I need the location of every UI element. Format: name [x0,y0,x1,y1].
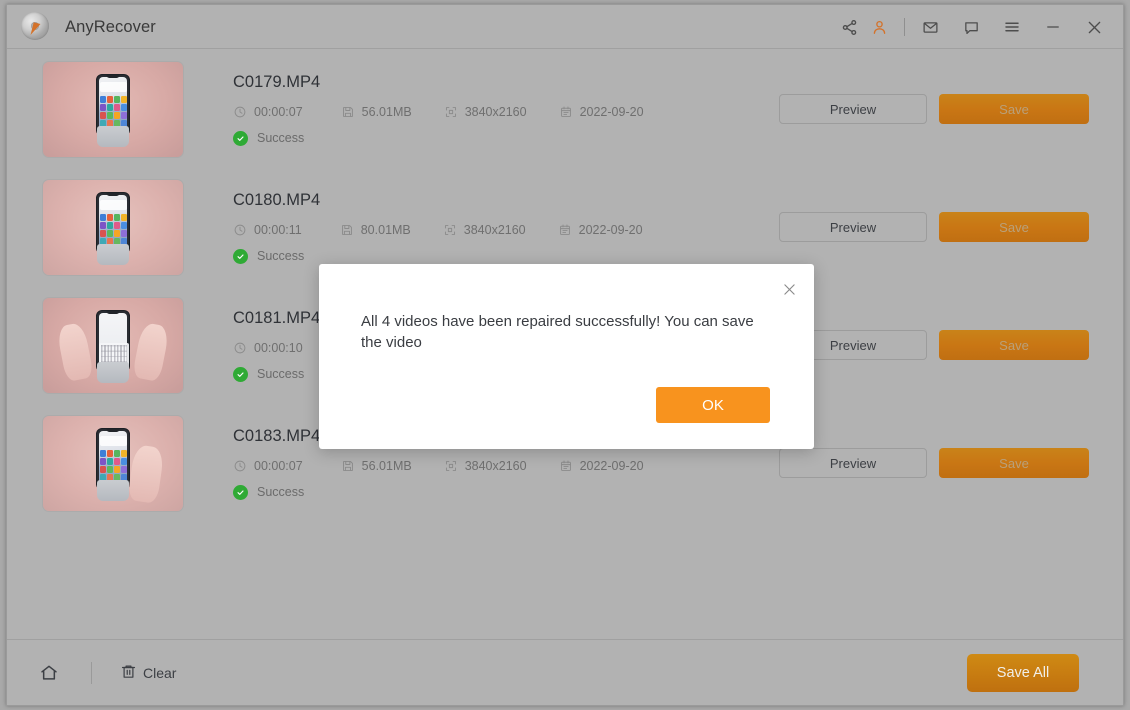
status-label: Success [257,367,304,381]
size-meta: 80.01MB [340,223,411,237]
duration-meta: 00:00:11 [233,223,302,237]
file-row[interactable]: C0179.MP4 00:00:07 56.01MB 3840x2160 2022-09… [7,50,1123,168]
file-name: C0179.MP4 [233,73,779,92]
file-meta-row: 00:00:07 56.01MB 3840x2160 2022-09-20 [233,105,779,119]
date-meta: 2022-09-20 [558,223,643,237]
controls-divider [904,18,905,36]
size-value: 80.01MB [361,223,411,237]
app-title: AnyRecover [65,18,156,37]
duration-value: 00:00:07 [254,459,303,473]
duration-meta: 00:00:07 [233,459,303,473]
close-icon[interactable] [1079,12,1109,42]
row-actions: PreviewSave [779,330,1089,360]
footer-divider [91,662,92,684]
size-meta: 56.01MB [341,459,412,473]
duration-meta: 00:00:07 [233,105,303,119]
date-value: 2022-09-20 [580,105,644,119]
status-row: Success [233,249,779,264]
size-value: 56.01MB [362,105,412,119]
file-info: C0180.MP4 00:00:11 80.01MB 3840x2160 2022-09… [233,191,779,264]
resolution-meta: 3840x2160 [444,459,527,473]
ok-button[interactable]: OK [656,387,770,423]
trash-icon [120,663,137,683]
calendar-icon [558,223,572,237]
resolution-value: 3840x2160 [465,459,527,473]
date-meta: 2022-09-20 [559,105,644,119]
title-bar: AnyRecover [7,5,1123,49]
menu-icon[interactable] [997,12,1027,42]
resolution-value: 3840x2160 [465,105,527,119]
date-value: 2022-09-20 [579,223,643,237]
save-button[interactable]: Save [939,94,1089,124]
save-button[interactable]: Save [939,448,1089,478]
minimize-icon[interactable] [1038,12,1068,42]
clock-icon [233,459,247,473]
save-button[interactable]: Save [939,330,1089,360]
size-value: 56.01MB [362,459,412,473]
row-actions: Preview Save [779,212,1089,242]
status-label: Success [257,131,304,145]
frame-icon [444,459,458,473]
duration-value: 00:00:11 [254,223,302,237]
row-actions: Preview Save [779,448,1089,478]
file-name: C0180.MP4 [233,191,779,210]
clock-icon [233,341,247,355]
file-meta-row: 00:00:07 56.01MB 3840x2160 2022-09-20 [233,459,779,473]
clear-button[interactable]: Clear [120,663,176,683]
floppy-disk-icon [341,459,355,473]
clock-icon [233,223,247,237]
preview-button[interactable]: Preview [779,448,927,478]
account-icon[interactable] [864,12,894,42]
duration-meta: 00:00:10 [233,341,303,355]
disc-cursor-logo-icon [21,12,51,42]
preview-button[interactable]: Preview [779,94,927,124]
date-meta: 2022-09-20 [559,459,644,473]
duration-value: 00:00:10 [254,341,303,355]
footer-left-group: Clear [35,659,176,687]
video-thumbnail[interactable] [43,416,183,511]
floppy-disk-icon [341,105,355,119]
feedback-icon[interactable] [956,12,986,42]
date-value: 2022-09-20 [580,459,644,473]
save-all-button[interactable]: Save All [967,654,1079,692]
share-icon[interactable] [834,12,864,42]
home-icon[interactable] [35,659,63,687]
footer-bar: Clear Save All [7,639,1123,705]
frame-icon [443,223,457,237]
preview-button[interactable]: Preview [779,212,927,242]
window-controls [834,5,1109,49]
calendar-icon [559,105,573,119]
check-circle-icon [233,485,248,500]
check-circle-icon [233,249,248,264]
status-row: Success [233,131,779,146]
file-meta-row: 00:00:11 80.01MB 3840x2160 2022-09-20 [233,223,779,237]
dialog-message: All 4 videos have been repaired successf… [361,311,771,353]
resolution-meta: 3840x2160 [444,105,527,119]
row-actions: Preview Save [779,94,1089,124]
status-label: Success [257,485,304,499]
frame-icon [444,105,458,119]
calendar-icon [559,459,573,473]
check-circle-icon [233,131,248,146]
status-row: Success [233,485,779,500]
close-icon[interactable] [776,276,802,302]
file-info: C0179.MP4 00:00:07 56.01MB 3840x2160 2022-09… [233,73,779,146]
status-label: Success [257,249,304,263]
video-thumbnail[interactable] [43,62,183,157]
size-meta: 56.01MB [341,105,412,119]
resolution-meta: 3840x2160 [443,223,526,237]
brand-area: AnyRecover [21,5,156,49]
duration-value: 00:00:07 [254,105,303,119]
floppy-disk-icon [340,223,354,237]
clock-icon [233,105,247,119]
video-thumbnail[interactable] [43,180,183,275]
resolution-value: 3840x2160 [464,223,526,237]
success-dialog: All 4 videos have been repaired successf… [319,264,814,449]
video-thumbnail[interactable] [43,298,183,393]
save-button[interactable]: Save [939,212,1089,242]
application-window: AnyRecover [6,4,1124,706]
clear-label: Clear [143,665,176,681]
mail-icon[interactable] [915,12,945,42]
check-circle-icon [233,367,248,382]
